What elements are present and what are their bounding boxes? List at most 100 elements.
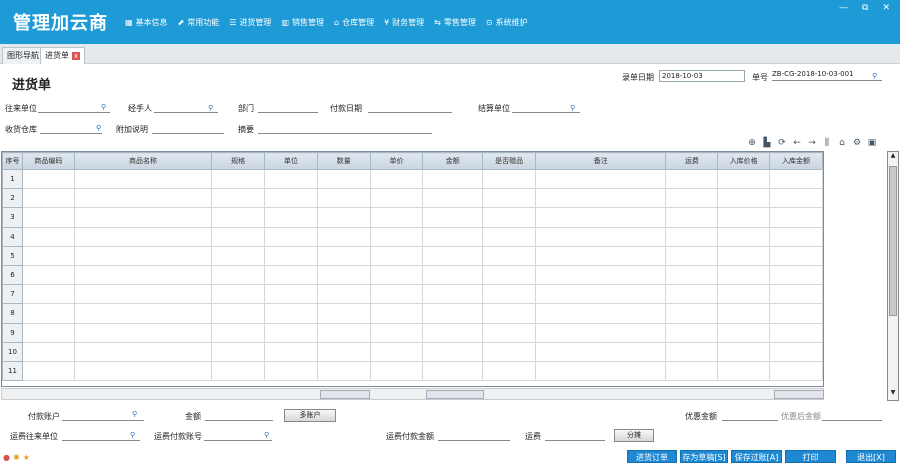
table-cell[interactable] <box>717 360 771 382</box>
table-cell[interactable] <box>21 188 75 209</box>
table-cell[interactable] <box>316 322 371 343</box>
table-cell[interactable] <box>534 322 667 343</box>
dept-field[interactable] <box>258 102 318 113</box>
table-cell[interactable] <box>422 226 484 247</box>
save-draft-button[interactable]: 存为草稿[S] <box>680 450 728 463</box>
col-header[interactable]: 运费 <box>665 152 719 170</box>
table-cell[interactable] <box>769 188 823 209</box>
table-cell[interactable] <box>769 360 823 382</box>
table-cell[interactable] <box>369 341 424 362</box>
table-cell[interactable] <box>665 360 719 382</box>
table-cell[interactable] <box>21 341 75 362</box>
table-cell[interactable] <box>369 284 424 305</box>
table-cell[interactable] <box>534 341 667 362</box>
table-row[interactable]: 4 <box>2 226 823 247</box>
table-cell[interactable] <box>422 360 484 382</box>
table-cell[interactable] <box>769 264 823 286</box>
table-cell[interactable] <box>316 168 371 190</box>
table-cell[interactable] <box>422 322 484 343</box>
table-cell[interactable] <box>369 168 424 190</box>
table-cell[interactable] <box>665 245 719 266</box>
table-cell[interactable] <box>482 303 536 324</box>
table-cell[interactable] <box>422 207 484 228</box>
table-cell[interactable] <box>21 226 75 247</box>
table-cell[interactable] <box>264 303 318 324</box>
table-cell[interactable] <box>369 226 424 247</box>
warehouse-field[interactable] <box>40 123 102 134</box>
table-cell[interactable] <box>73 303 213 324</box>
table-cell[interactable] <box>369 245 424 266</box>
table-cell[interactable] <box>264 341 318 362</box>
tab-nav[interactable]: 图形导航 <box>2 47 44 64</box>
col-header[interactable]: 数量 <box>316 152 371 170</box>
add-icon[interactable]: ⊕ <box>746 137 758 149</box>
table-cell[interactable] <box>665 303 719 324</box>
table-cell[interactable] <box>534 264 667 286</box>
table-cell[interactable] <box>717 226 771 247</box>
purchase-order-button[interactable]: 进货订单 <box>627 450 677 463</box>
col-header[interactable]: 商品名称 <box>73 152 213 170</box>
table-cell[interactable] <box>73 322 213 343</box>
col-header[interactable]: 入库金额 <box>769 152 823 170</box>
table-cell[interactable] <box>211 322 266 343</box>
table-cell[interactable] <box>769 207 823 228</box>
search-icon[interactable]: ⚲ <box>101 103 106 111</box>
home-icon[interactable]: ⌂ <box>836 137 848 149</box>
table-cell[interactable] <box>665 264 719 286</box>
table-cell[interactable] <box>264 188 318 209</box>
table-cell[interactable] <box>482 264 536 286</box>
columns-icon[interactable]: ⫼ <box>821 137 833 149</box>
freight-paid-field[interactable] <box>438 430 510 441</box>
table-cell[interactable] <box>211 264 266 286</box>
table-cell[interactable] <box>264 168 318 190</box>
table-cell[interactable] <box>316 284 371 305</box>
table-cell[interactable] <box>422 303 484 324</box>
col-header[interactable]: 金额 <box>422 152 484 170</box>
menu-item-1[interactable]: ⬈ 常用功能 <box>178 17 220 28</box>
table-cell[interactable] <box>369 207 424 228</box>
menu-item-6[interactable]: ⇆ 零售管理 <box>434 17 476 28</box>
table-cell[interactable] <box>369 188 424 209</box>
table-cell[interactable] <box>73 188 213 209</box>
table-cell[interactable] <box>665 168 719 190</box>
table-cell[interactable] <box>534 207 667 228</box>
tab-close-icon[interactable]: x <box>72 51 80 60</box>
copy-icon[interactable]: ▙ <box>761 137 773 149</box>
scroll-thumb[interactable] <box>889 166 897 316</box>
table-cell[interactable] <box>264 245 318 266</box>
freight-unit-field[interactable] <box>62 430 140 441</box>
col-header[interactable]: 备注 <box>534 152 667 170</box>
menu-item-0[interactable]: ▦ 基本信息 <box>125 17 168 28</box>
restore-icon[interactable]: ⧉ <box>862 3 868 13</box>
table-cell[interactable] <box>211 226 266 247</box>
user-icon[interactable]: ● <box>3 453 10 462</box>
search-icon[interactable]: ⚲ <box>570 104 575 112</box>
table-cell[interactable] <box>665 188 719 209</box>
table-cell[interactable] <box>769 245 823 266</box>
table-cell[interactable] <box>665 226 719 247</box>
table-cell[interactable] <box>21 264 75 286</box>
table-cell[interactable] <box>264 207 318 228</box>
amount-field[interactable] <box>205 410 273 421</box>
table-row[interactable]: 11 <box>2 360 823 382</box>
table-cell[interactable] <box>717 284 771 305</box>
table-cell[interactable] <box>316 226 371 247</box>
table-cell[interactable] <box>211 188 266 209</box>
doc-no-field[interactable]: ZB-CG-2018-10-03-001 <box>772 70 882 81</box>
table-cell[interactable] <box>211 360 266 382</box>
freight-account-field[interactable] <box>204 430 272 441</box>
multi-account-button[interactable]: 多账户 <box>284 409 336 422</box>
table-cell[interactable] <box>717 303 771 324</box>
table-cell[interactable] <box>422 168 484 190</box>
right-arrow-icon[interactable]: → <box>806 137 818 149</box>
table-cell[interactable] <box>422 245 484 266</box>
table-cell[interactable] <box>482 284 536 305</box>
table-cell[interactable] <box>534 168 667 190</box>
search-icon[interactable]: ⚲ <box>208 104 213 112</box>
print-button[interactable]: 打印 <box>785 450 836 463</box>
col-header[interactable]: 商品编码 <box>21 152 75 170</box>
menu-item-3[interactable]: ▥ 销售管理 <box>281 17 324 28</box>
date-input[interactable]: 2018-10-03 <box>659 70 745 82</box>
table-cell[interactable] <box>21 303 75 324</box>
table-cell[interactable] <box>769 322 823 343</box>
